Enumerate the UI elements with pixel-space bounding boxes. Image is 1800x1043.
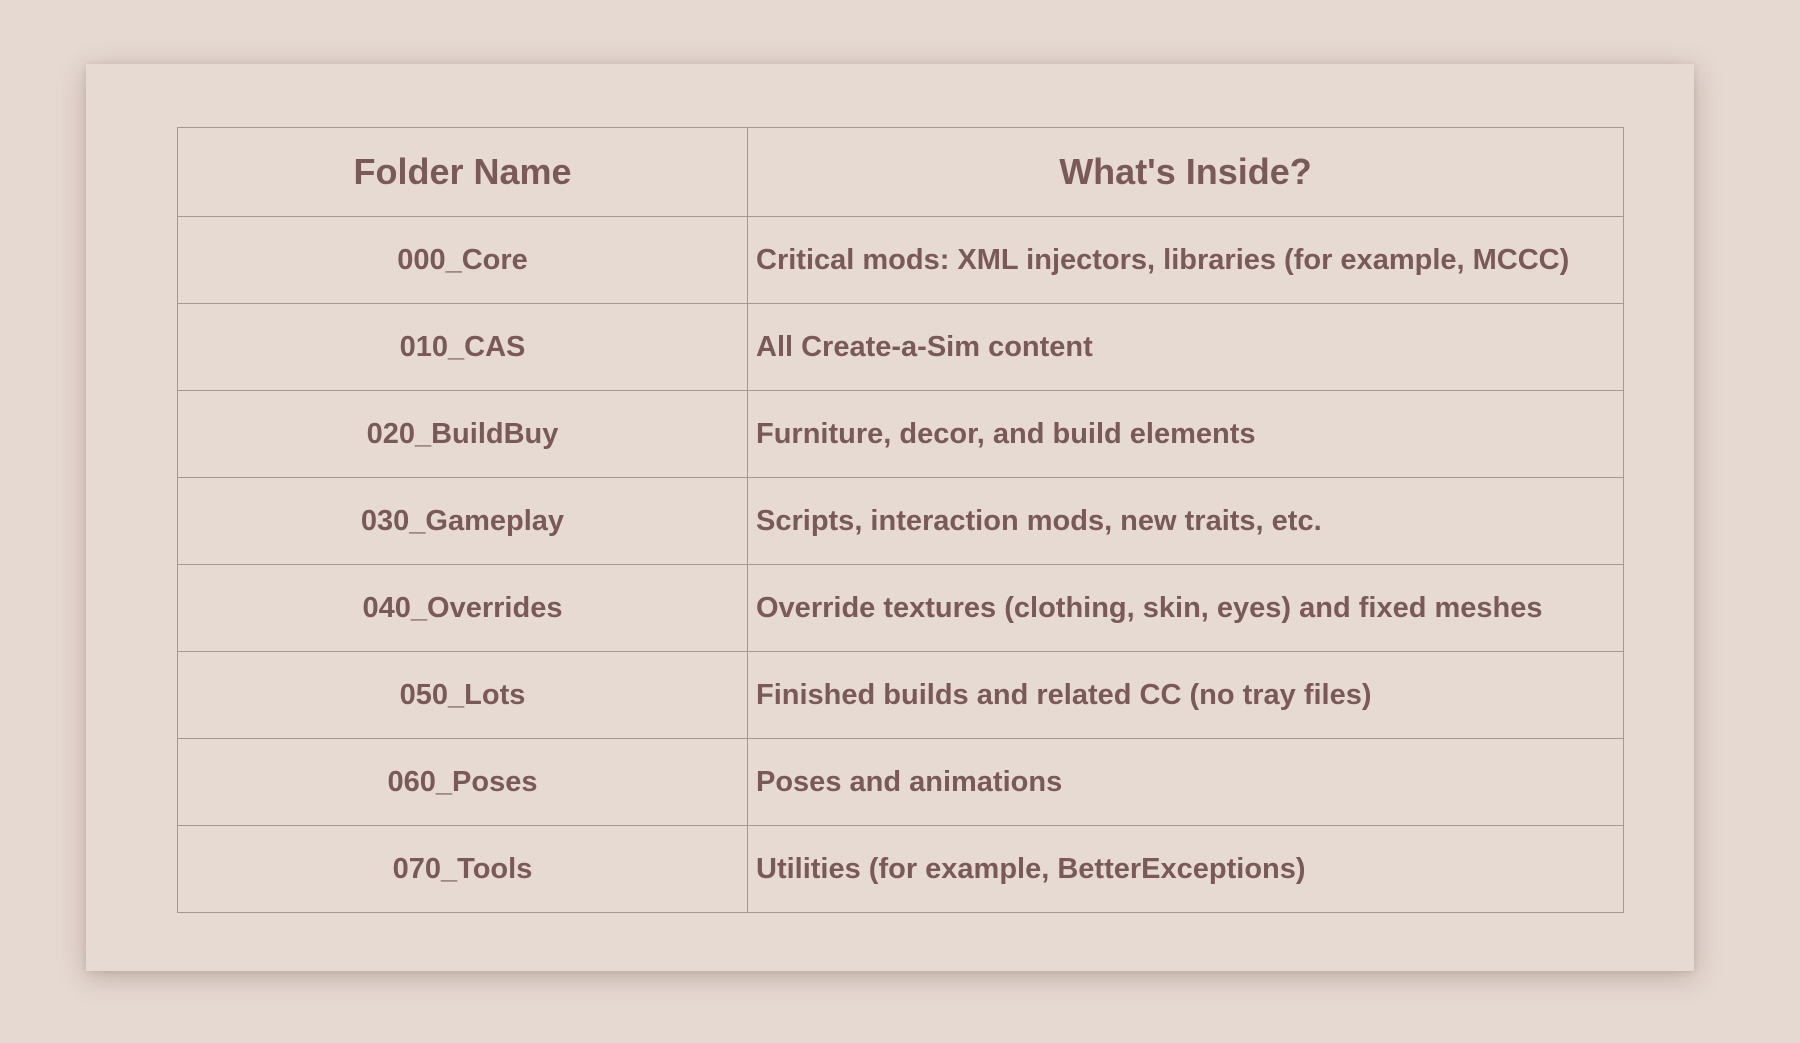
folder-contents-cell: Utilities (for example, BetterExceptions… — [747, 825, 1624, 913]
header-folder-name: Folder Name — [177, 127, 748, 217]
folder-name-cell: 030_Gameplay — [177, 477, 748, 565]
header-whats-inside: What's Inside? — [747, 127, 1624, 217]
folder-contents-cell: Finished builds and related CC (no tray … — [747, 651, 1624, 739]
folder-name-cell: 070_Tools — [177, 825, 748, 913]
folder-contents-cell: Furniture, decor, and build elements — [747, 390, 1624, 478]
table-row: 020_BuildBuy Furniture, decor, and build… — [177, 390, 1624, 478]
folder-name-cell: 040_Overrides — [177, 564, 748, 652]
table-row: 050_Lots Finished builds and related CC … — [177, 651, 1624, 739]
table-row: 040_Overrides Override textures (clothin… — [177, 564, 1624, 652]
table-row: 000_Core Critical mods: XML injectors, l… — [177, 216, 1624, 304]
table-row: 060_Poses Poses and animations — [177, 738, 1624, 826]
table-row: 070_Tools Utilities (for example, Better… — [177, 825, 1624, 913]
folder-name-cell: 050_Lots — [177, 651, 748, 739]
folder-name-cell: 000_Core — [177, 216, 748, 304]
table-row: 030_Gameplay Scripts, interaction mods, … — [177, 477, 1624, 565]
table-header-row: Folder Name What's Inside? — [177, 127, 1624, 217]
folder-contents-cell: All Create-a-Sim content — [747, 303, 1624, 391]
folder-contents-cell: Scripts, interaction mods, new traits, e… — [747, 477, 1624, 565]
folder-name-cell: 060_Poses — [177, 738, 748, 826]
folder-name-cell: 020_BuildBuy — [177, 390, 748, 478]
folder-table: Folder Name What's Inside? 000_Core Crit… — [177, 127, 1624, 913]
table-card: Folder Name What's Inside? 000_Core Crit… — [86, 64, 1694, 971]
table-row: 010_CAS All Create-a-Sim content — [177, 303, 1624, 391]
folder-contents-cell: Critical mods: XML injectors, libraries … — [747, 216, 1624, 304]
folder-name-cell: 010_CAS — [177, 303, 748, 391]
folder-contents-cell: Override textures (clothing, skin, eyes)… — [747, 564, 1624, 652]
folder-contents-cell: Poses and animations — [747, 738, 1624, 826]
